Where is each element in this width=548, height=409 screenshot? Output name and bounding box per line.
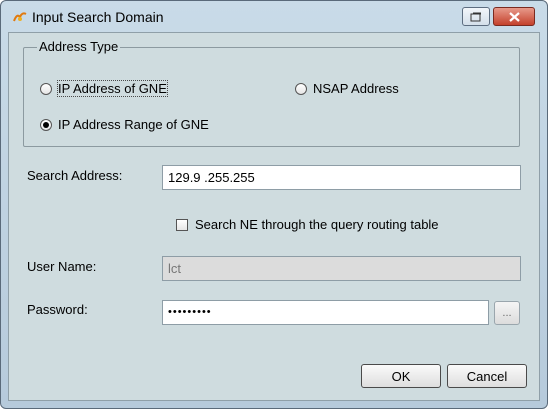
user-name-label: User Name: — [27, 259, 97, 274]
radio-ip-address-of-gne[interactable]: IP Address of GNE — [40, 80, 168, 97]
radio-nsap-address[interactable]: NSAP Address — [295, 81, 399, 96]
routing-table-checkbox[interactable] — [176, 218, 188, 231]
search-address-input[interactable]: 129.9 .255.255 — [162, 165, 521, 190]
routing-table-checkbox-row[interactable]: Search NE through the query routing tabl… — [176, 217, 439, 232]
title-bar[interactable]: Input Search Domain — [1, 1, 547, 33]
window-title: Input Search Domain — [32, 9, 164, 25]
app-logo-icon — [13, 12, 27, 22]
ok-button[interactable]: OK — [361, 364, 441, 388]
radio-button[interactable] — [295, 82, 307, 95]
password-input[interactable]: ••••••••• — [162, 300, 489, 325]
radio-ip-address-range-of-gne[interactable]: IP Address Range of GNE — [40, 117, 209, 132]
search-address-label: Search Address: — [27, 168, 123, 183]
password-label: Password: — [27, 302, 88, 317]
restore-button[interactable] — [462, 7, 490, 26]
password-browse-button[interactable]: ... — [494, 301, 520, 325]
address-type-group — [23, 47, 520, 147]
address-type-legend: Address Type — [37, 39, 121, 54]
close-icon — [508, 11, 520, 22]
radio-button[interactable] — [40, 118, 52, 131]
routing-table-checkbox-label: Search NE through the query routing tabl… — [195, 217, 439, 232]
cancel-button[interactable]: Cancel — [447, 364, 527, 388]
user-name-input: lct — [162, 256, 521, 281]
radio-label: IP Address Range of GNE — [58, 117, 209, 132]
restore-icon — [470, 12, 481, 21]
radio-button[interactable] — [40, 82, 52, 95]
close-button[interactable] — [493, 7, 535, 26]
radio-label: NSAP Address — [313, 81, 399, 96]
radio-label: IP Address of GNE — [57, 80, 168, 97]
